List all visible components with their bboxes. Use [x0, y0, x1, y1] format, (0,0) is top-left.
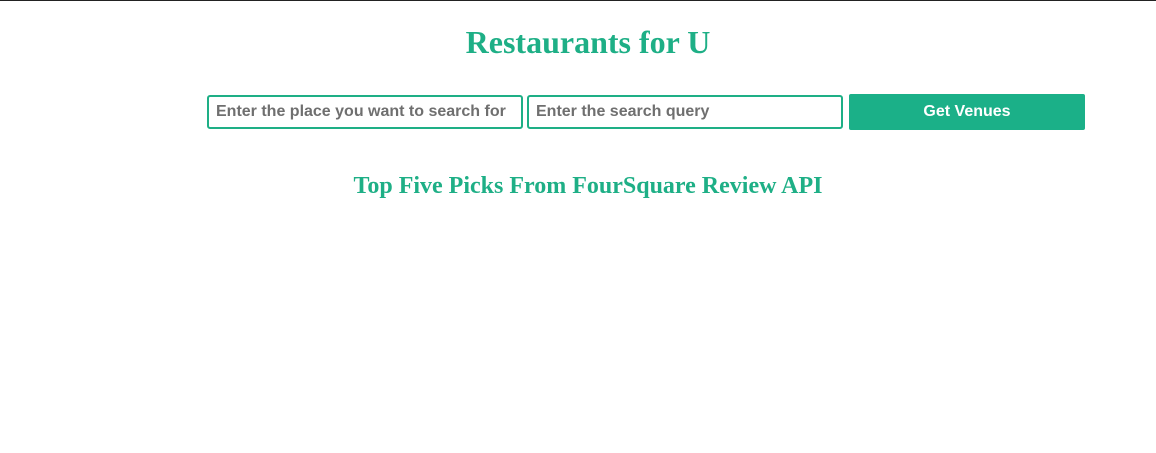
get-venues-button[interactable]: Get Venues: [849, 94, 1085, 130]
query-search-input[interactable]: [527, 95, 843, 129]
page-title: Restaurants for U: [465, 24, 711, 60]
results-heading: Top Five Picks From FourSquare Review AP…: [353, 173, 823, 199]
place-search-input[interactable]: [207, 95, 523, 129]
